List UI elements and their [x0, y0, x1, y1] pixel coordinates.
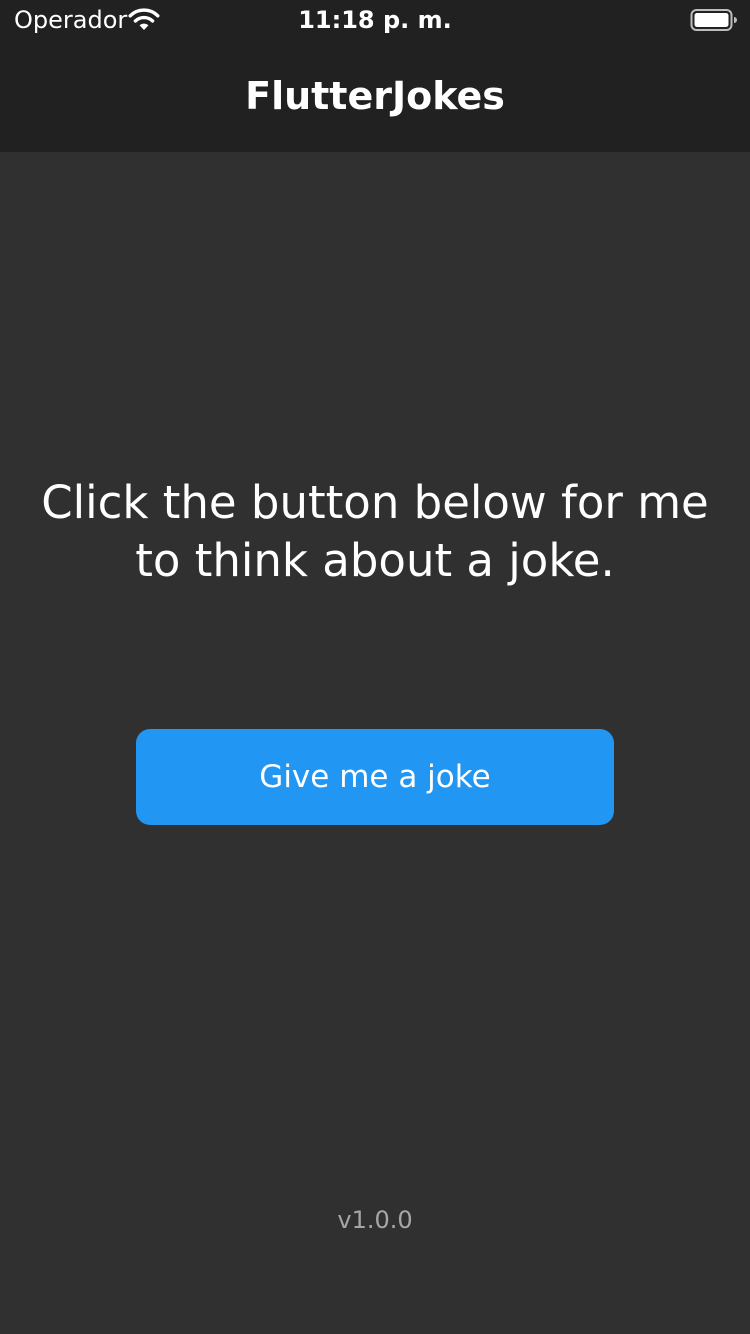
app-version-label: v1.0.0: [337, 1206, 413, 1234]
joke-prompt-text: Click the button below for me to think a…: [41, 476, 709, 587]
status-bar: Operador 11:18 p. m.: [0, 0, 750, 40]
status-time: 11:18 p. m.: [298, 6, 452, 34]
app-bar: FlutterJokes: [0, 40, 750, 152]
give-joke-button[interactable]: Give me a joke: [136, 729, 614, 825]
app-title: FlutterJokes: [245, 74, 505, 118]
battery-full-icon: [690, 8, 738, 32]
